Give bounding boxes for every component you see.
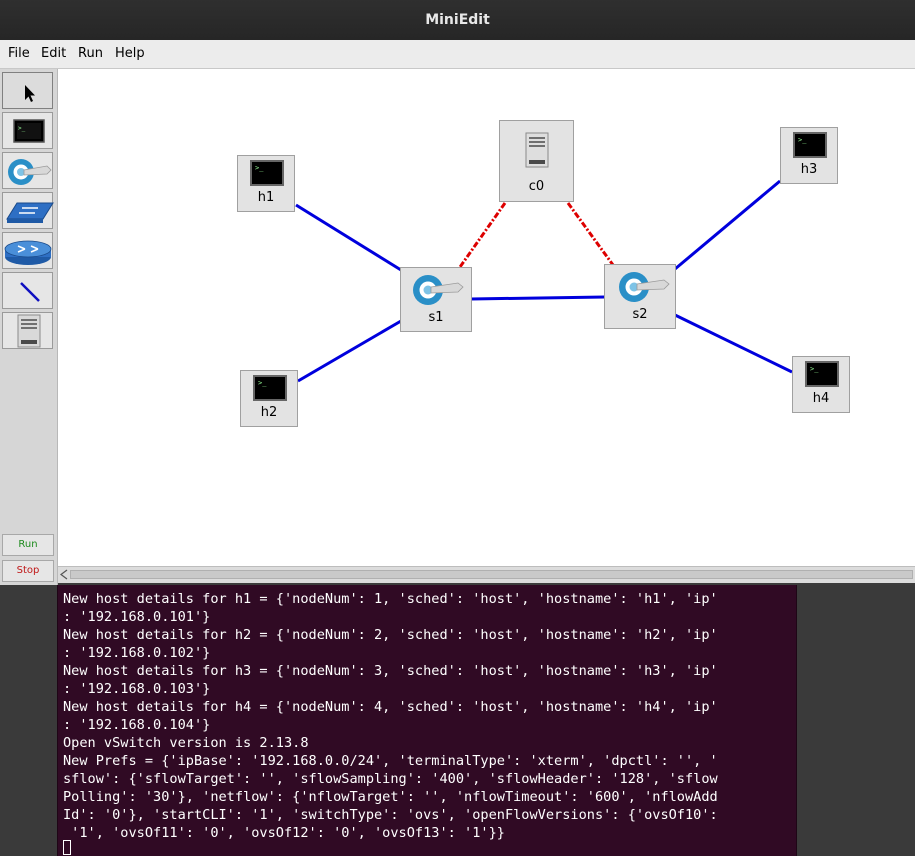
svg-text:>_: >_ — [258, 379, 267, 387]
controller-node-c0[interactable]: c0 — [499, 120, 574, 202]
host-tool-button[interactable]: >_ — [2, 112, 53, 149]
openvswitch-icon — [413, 275, 464, 305]
control-link-c0-s1 — [458, 202, 507, 268]
controller-tool-button[interactable] — [2, 312, 53, 349]
node-label: c0 — [528, 179, 545, 194]
terminal-line: Open vSwitch version is 2.13.8 — [63, 735, 309, 751]
terminal-line: Polling': '30'}, 'netflow': {'nflowTarge… — [63, 789, 718, 805]
switch-tool-button[interactable] — [2, 152, 53, 189]
legacy-switch-tool-button[interactable] — [2, 192, 54, 229]
menu-run[interactable]: Run — [78, 46, 103, 61]
canvas-horizontal-scrollbar[interactable] — [58, 566, 915, 583]
select-tool-button[interactable] — [2, 72, 53, 109]
openvswitch-icon — [619, 272, 670, 302]
server-icon — [525, 132, 549, 168]
host-node-h3[interactable]: >_ h3 — [780, 127, 838, 184]
host-node-h1[interactable]: >_ h1 — [237, 155, 295, 212]
tool-palette: >_ Run Stop — [0, 69, 58, 585]
link-s1-s2 — [470, 295, 606, 301]
node-label: h2 — [260, 405, 278, 420]
host-node-h2[interactable]: >_ h2 — [240, 370, 298, 427]
router-icon — [4, 240, 52, 265]
menu-edit[interactable]: Edit — [41, 46, 66, 61]
terminal-line: : '192.168.0.103'} — [63, 681, 211, 697]
terminal-icon: >_ — [250, 160, 284, 186]
terminal-line: New Prefs = {'ipBase': '192.168.0.0/24',… — [63, 753, 718, 769]
node-label: s2 — [632, 307, 648, 322]
svg-text:>_: >_ — [810, 365, 819, 373]
link-h1-s1 — [295, 203, 402, 272]
node-label: h1 — [257, 190, 275, 205]
openvswitch-icon — [8, 159, 52, 185]
scroll-left-arrow-icon[interactable] — [59, 569, 69, 580]
legacy-router-tool-button[interactable] — [2, 232, 53, 269]
terminal-line: New host details for h3 = {'nodeNum': 3,… — [63, 663, 718, 679]
terminal-icon: >_ — [793, 132, 827, 158]
run-button[interactable]: Run — [2, 534, 54, 556]
switch-node-s1[interactable]: s1 — [400, 267, 472, 332]
node-label: h4 — [812, 391, 830, 406]
terminal-line: : '192.168.0.104'} — [63, 717, 211, 733]
terminal-icon: >_ — [13, 119, 45, 143]
control-link-c0-s2 — [566, 202, 615, 266]
host-node-h4[interactable]: >_ h4 — [792, 356, 850, 413]
terminal-line: New host details for h4 = {'nodeNum': 4,… — [63, 699, 718, 715]
svg-text:>_: >_ — [18, 125, 26, 132]
topology-canvas[interactable]: >_ h1 >_ h2 >_ h3 >_ h4 s1 s2 c0 — [58, 69, 915, 566]
svg-text:>_: >_ — [798, 136, 807, 144]
server-icon — [17, 314, 41, 348]
switch-node-s2[interactable]: s2 — [604, 264, 676, 329]
stop-button[interactable]: Stop — [2, 560, 54, 582]
terminal-line: : '192.168.0.102'} — [63, 645, 211, 661]
terminal-line: New host details for h2 = {'nodeNum': 2,… — [63, 627, 718, 643]
scrollbar-thumb[interactable] — [70, 570, 913, 579]
window-titlebar: MiniEdit — [0, 0, 915, 40]
link-tool-button[interactable] — [2, 272, 53, 309]
menu-file[interactable]: File — [8, 46, 30, 61]
terminal-line: Id': '0'}, 'startCLI': '1', 'switchType'… — [63, 807, 718, 823]
terminal-line: : '192.168.0.101'} — [63, 609, 211, 625]
link-line-icon — [20, 282, 40, 302]
terminal-output[interactable]: New host details for h1 = {'nodeNum': 1,… — [57, 585, 797, 856]
menu-bar: File Edit Run Help — [0, 40, 915, 69]
terminal-icon: >_ — [253, 375, 287, 401]
link-h2-s1 — [297, 319, 402, 383]
terminal-line: New host details for h1 = {'nodeNum': 1,… — [63, 591, 718, 607]
node-label: h3 — [800, 162, 818, 177]
link-s2-h3 — [674, 179, 781, 271]
pointer-icon — [25, 85, 35, 102]
legacy-switch-icon — [6, 202, 54, 223]
link-s2-h4 — [674, 313, 793, 374]
window-title: MiniEdit — [425, 12, 490, 28]
terminal-icon: >_ — [805, 361, 839, 387]
node-label: s1 — [428, 310, 444, 325]
svg-text:>_: >_ — [255, 164, 264, 172]
menu-help[interactable]: Help — [115, 46, 145, 61]
terminal-line: '1', 'ovsOf11': '0', 'ovsOf12': '0', 'ov… — [63, 825, 505, 841]
terminal-cursor — [63, 840, 71, 855]
terminal-line: sflow': {'sflowTarget': '', 'sflowSampli… — [63, 771, 718, 787]
